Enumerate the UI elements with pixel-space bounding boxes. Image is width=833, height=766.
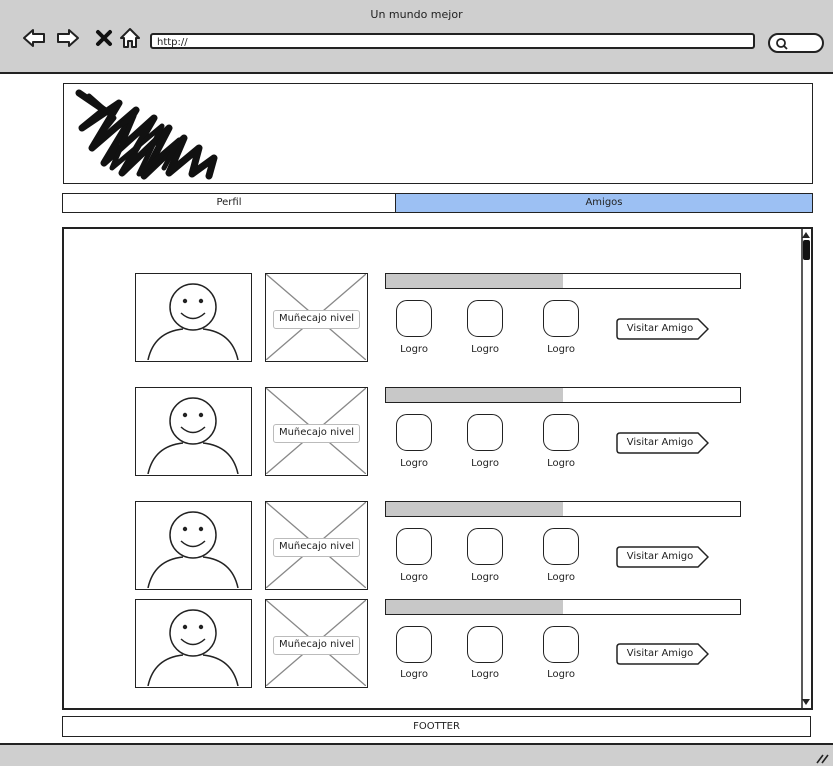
achievement-icon <box>543 626 579 663</box>
visit-friend-button[interactable]: Visitar Amigo <box>616 432 709 454</box>
achievement-label: Logro <box>400 458 428 469</box>
achievement-label: Logro <box>400 344 428 355</box>
achievement-label: Logro <box>471 572 499 583</box>
level-progress-bar <box>385 599 741 615</box>
back-arrow-icon[interactable] <box>22 26 46 50</box>
level-progress-bar <box>385 273 741 289</box>
achievement-label: Logro <box>471 458 499 469</box>
window-title: Un mundo mejor <box>370 8 463 21</box>
avatar <box>135 599 252 688</box>
achievement-label: Logro <box>547 344 575 355</box>
url-input[interactable]: http:// <box>150 33 755 49</box>
achievement-label: Logro <box>471 344 499 355</box>
avatar <box>135 501 252 590</box>
level-placeholder: Muñecajo nivel <box>265 273 368 362</box>
level-placeholder-label: Muñecajo nivel <box>273 636 360 655</box>
avatar <box>135 273 252 362</box>
achievement-icon <box>396 528 432 565</box>
search-icon <box>776 38 788 50</box>
tab-amigos[interactable]: Amigos <box>395 193 813 213</box>
visit-friend-label: Visitar Amigo <box>626 551 694 562</box>
visit-friend-button[interactable]: Visitar Amigo <box>616 546 709 568</box>
scrollbar-thumb[interactable] <box>803 240 810 260</box>
level-placeholder: Muñecajo nivel <box>265 501 368 590</box>
achievement-icon <box>467 414 503 451</box>
home-icon[interactable] <box>118 26 142 50</box>
level-placeholder: Muñecajo nivel <box>265 387 368 476</box>
level-placeholder-label: Muñecajo nivel <box>273 310 360 329</box>
friends-list-panel[interactable]: Muñecajo nivel Logro Logro Logro Visitar… <box>62 227 813 710</box>
close-icon[interactable] <box>92 26 116 50</box>
progress-fill <box>386 502 563 516</box>
achievement-icon <box>543 300 579 337</box>
achievement-label: Logro <box>400 572 428 583</box>
progress-fill <box>386 600 563 614</box>
visit-friend-button[interactable]: Visitar Amigo <box>616 318 709 340</box>
achievement-icon <box>467 300 503 337</box>
avatar <box>135 387 252 476</box>
tab-perfil[interactable]: Perfil <box>62 193 396 213</box>
level-placeholder-label: Muñecajo nivel <box>273 424 360 443</box>
achievement-label: Logro <box>547 669 575 680</box>
forward-arrow-icon[interactable] <box>56 26 80 50</box>
achievement-icon <box>543 414 579 451</box>
achievement-icon <box>396 300 432 337</box>
page-header <box>63 83 813 184</box>
resize-grip-icon[interactable] <box>815 752 829 764</box>
level-progress-bar <box>385 387 741 403</box>
progress-fill <box>386 274 563 288</box>
scrollbar[interactable] <box>801 229 811 708</box>
level-placeholder-label: Muñecajo nivel <box>273 538 360 557</box>
achievement-label: Logro <box>400 669 428 680</box>
progress-fill <box>386 388 563 402</box>
level-placeholder: Muñecajo nivel <box>265 599 368 688</box>
achievement-label: Logro <box>547 458 575 469</box>
scribble-logo <box>75 89 218 180</box>
search-button[interactable] <box>768 33 824 53</box>
browser-chrome: Un mundo mejor http:// <box>0 0 833 74</box>
scroll-down-icon[interactable] <box>802 698 810 706</box>
achievement-icon <box>396 626 432 663</box>
visit-friend-button[interactable]: Visitar Amigo <box>616 643 709 665</box>
achievement-icon <box>543 528 579 565</box>
achievement-icon <box>396 414 432 451</box>
achievement-icon <box>467 528 503 565</box>
visit-friend-label: Visitar Amigo <box>626 323 694 334</box>
status-bar <box>0 743 833 766</box>
scroll-up-icon[interactable] <box>802 231 810 239</box>
visit-friend-label: Visitar Amigo <box>626 437 694 448</box>
visit-friend-label: Visitar Amigo <box>626 648 694 659</box>
level-progress-bar <box>385 501 741 517</box>
page-footer: FOOTTER <box>62 716 811 737</box>
achievement-label: Logro <box>471 669 499 680</box>
achievement-label: Logro <box>547 572 575 583</box>
achievement-icon <box>467 626 503 663</box>
